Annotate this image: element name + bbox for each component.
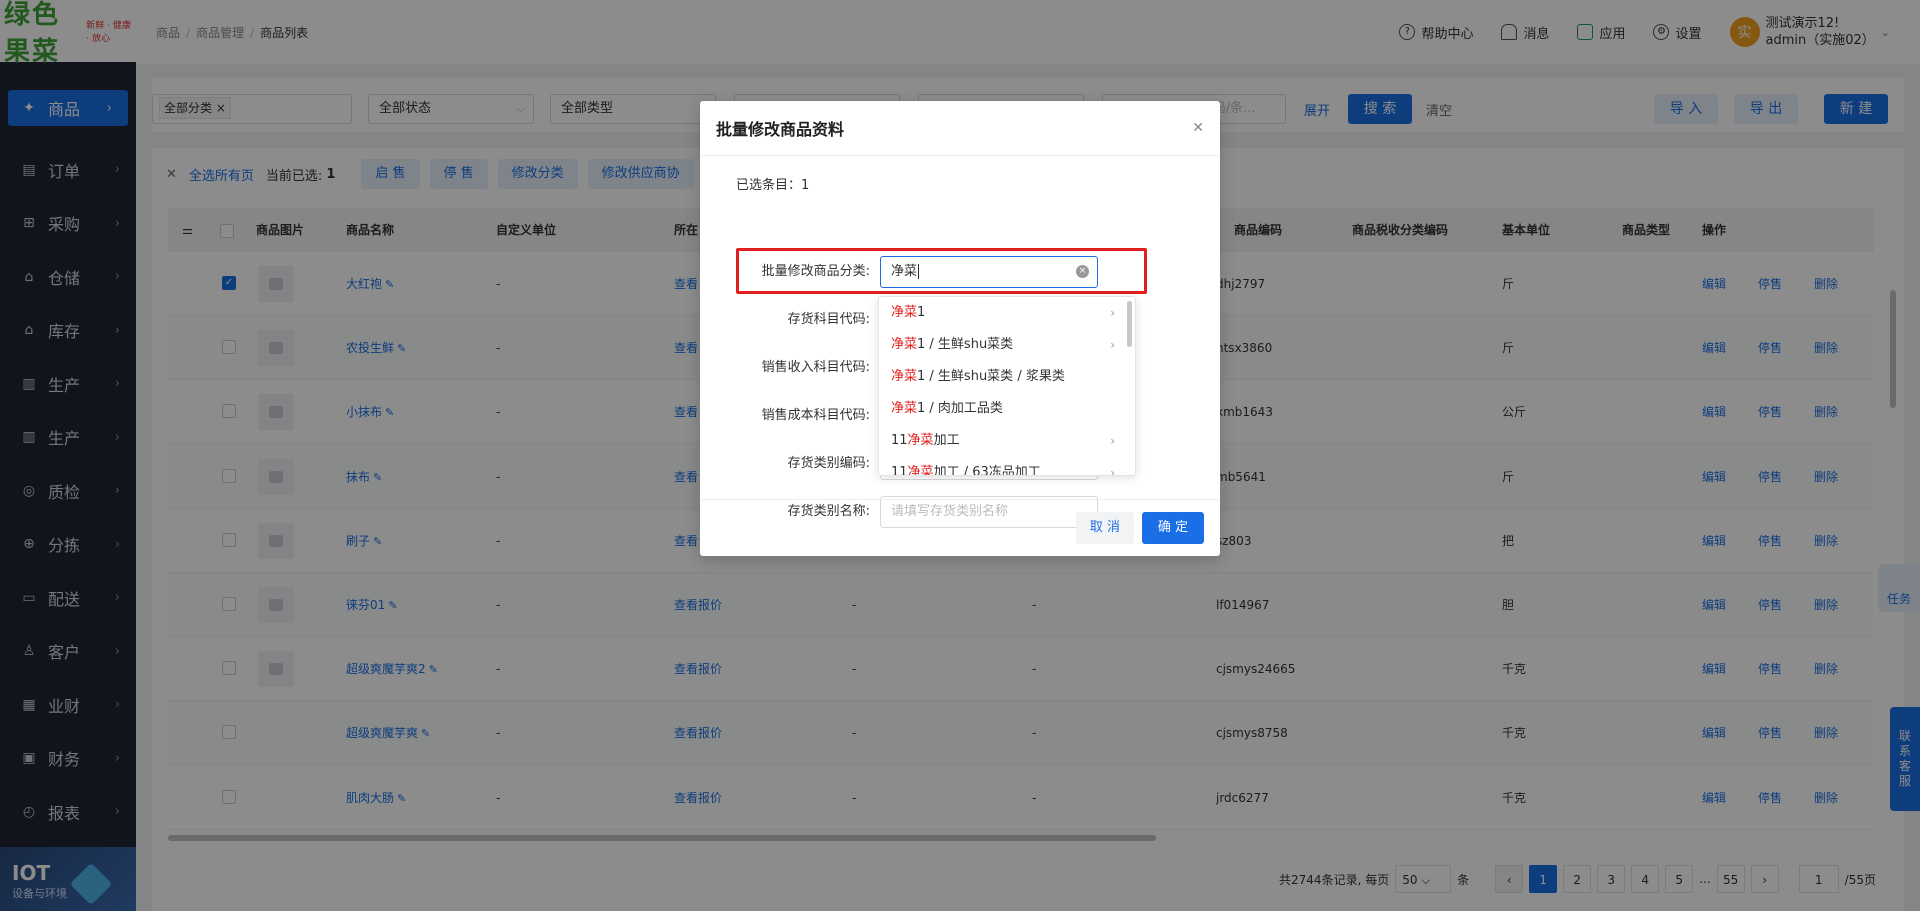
stock-subject-label: 存货科目代码: [787,312,870,327]
option-match: 净菜 [891,337,918,352]
option-match: 净菜 [891,401,918,416]
option-rest: 1 / 生鲜shu菜类 / 浆果类 [917,369,1065,384]
category-option[interactable]: 净菜1 / 生鲜shu菜类 › [879,329,1135,361]
option-prefix: 11 [891,433,908,448]
batch-edit-modal: 批量修改商品资料 ✕ 已选条目：1 批量修改商品分类: 净菜 × 存货科目代码: … [700,101,1220,556]
chevron-right-icon: › [1110,338,1115,352]
close-icon[interactable]: ✕ [1192,120,1204,136]
category-input[interactable]: 净菜 × [880,256,1098,288]
option-rest: 1 [917,305,926,320]
option-match: 净菜 [891,305,918,320]
option-match: 净菜 [907,465,934,476]
option-rest: 加工 [933,433,960,448]
category-option[interactable]: 净菜1 / 生鲜shu菜类 / 浆果类 [879,361,1135,393]
confirm-button[interactable]: 确 定 [1141,512,1204,544]
sales-cost-label: 销售成本科目代码: [761,408,870,423]
category-option[interactable]: 净菜1 / 肉加工品类 [879,393,1135,425]
stock-class-code-label: 存货类别编码: [787,456,870,471]
sales-income-label: 销售收入科目代码: [761,360,870,375]
option-rest: 1 / 肉加工品类 [917,401,1003,416]
option-prefix: 11 [891,465,908,476]
clear-icon[interactable]: × [1076,265,1089,278]
chevron-right-icon: › [1110,306,1115,320]
chevron-right-icon: › [1110,434,1115,448]
category-label: 批量修改商品分类: [761,264,870,279]
option-match: 净菜 [907,433,934,448]
chevron-right-icon: › [1110,466,1115,476]
category-option[interactable]: 11净菜加工 / 63冻品加工 › [879,457,1135,476]
option-rest: 加工 / 63冻品加工 [933,465,1041,476]
category-dropdown: 净菜1 › 净菜1 / 生鲜shu菜类 › 净菜1 / 生鲜shu菜类 / 浆果类 净菜1… [878,296,1136,476]
selected-items-count: 已选条目：1 [736,178,810,193]
category-row: 批量修改商品分类: 净菜 × [700,256,1220,288]
category-option[interactable]: 净菜1 › [879,297,1135,329]
category-value: 净菜 [891,264,918,279]
option-rest: 1 / 生鲜shu菜类 [917,337,1014,352]
option-match: 净菜 [891,369,918,384]
cancel-button[interactable]: 取 消 [1075,512,1134,544]
category-option[interactable]: 11净菜加工 › [879,425,1135,457]
modal-title: 批量修改商品资料 [716,120,845,139]
